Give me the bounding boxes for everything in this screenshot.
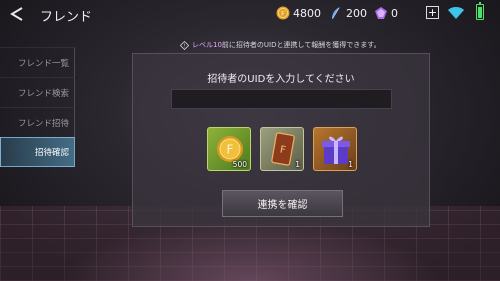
gift-box-reward[interactable]: 1 <box>313 127 357 171</box>
background-glow <box>60 221 440 281</box>
add-currency-button[interactable]: + <box>426 6 439 19</box>
info-diamond-icon: ! <box>180 40 189 50</box>
confirm-link-button[interactable]: 連携を確認 <box>222 190 343 217</box>
reward-count: 500 <box>232 160 247 169</box>
card-reward[interactable]: F 1 <box>260 127 304 171</box>
svg-text:!: ! <box>183 43 185 49</box>
sidebar-item-friend-invite[interactable]: フレンド招待 <box>0 107 75 137</box>
panel-title: 招待者のUIDを入力してください <box>207 74 355 85</box>
coin-counter: F 4800 <box>276 6 321 20</box>
sidebar-item-label: フレンド検索 <box>17 88 69 99</box>
notice-highlight: レベル10 <box>192 41 222 49</box>
notice-banner: ! レベル10前に招待者のUIDと連携して報酬を獲得できます。 <box>180 40 381 50</box>
uid-input[interactable] <box>171 89 392 109</box>
top-bar: フレンド F 4800 200 0 + <box>0 0 500 28</box>
coin-reward[interactable]: F 500 <box>207 127 251 171</box>
coin-amount: 4800 <box>293 6 321 20</box>
sidebar-item-label: フレンド招待 <box>17 118 69 129</box>
wifi-icon <box>448 7 464 19</box>
sidebar-item-friend-list[interactable]: フレンド一覧 <box>0 47 75 77</box>
reward-list: F 500 F 1 1 <box>207 127 357 173</box>
sidebar-item-friend-search[interactable]: フレンド検索 <box>0 77 75 107</box>
feather-icon <box>329 6 343 20</box>
sidebar-item-label: 招待確認 <box>34 148 69 158</box>
reward-count: 1 <box>295 160 300 169</box>
page-title: フレンド <box>40 10 93 25</box>
feather-amount: 200 <box>346 6 367 20</box>
sidebar-item-label: フレンド一覧 <box>17 58 69 69</box>
gem-counter: 0 <box>374 6 398 20</box>
notice-text: 前に招待者のUIDと連携して報酬を獲得できます。 <box>221 41 381 49</box>
back-arrow-icon <box>10 7 23 21</box>
back-button[interactable] <box>6 4 28 24</box>
svg-text:F: F <box>227 143 234 157</box>
invite-panel: 招待者のUIDを入力してください F 500 F 1 1 連携を確認 <box>132 53 430 227</box>
coin-icon: F <box>276 6 290 20</box>
battery-icon <box>476 2 484 20</box>
sidebar: フレンド一覧 フレンド検索 フレンド招待 招待確認 <box>0 38 75 167</box>
gem-amount: 0 <box>391 6 398 20</box>
svg-text:F: F <box>281 10 285 18</box>
feather-counter: 200 <box>329 6 367 20</box>
reward-count: 1 <box>348 160 353 169</box>
gem-icon <box>374 6 388 20</box>
sidebar-item-invite-confirm[interactable]: 招待確認 <box>0 137 75 167</box>
